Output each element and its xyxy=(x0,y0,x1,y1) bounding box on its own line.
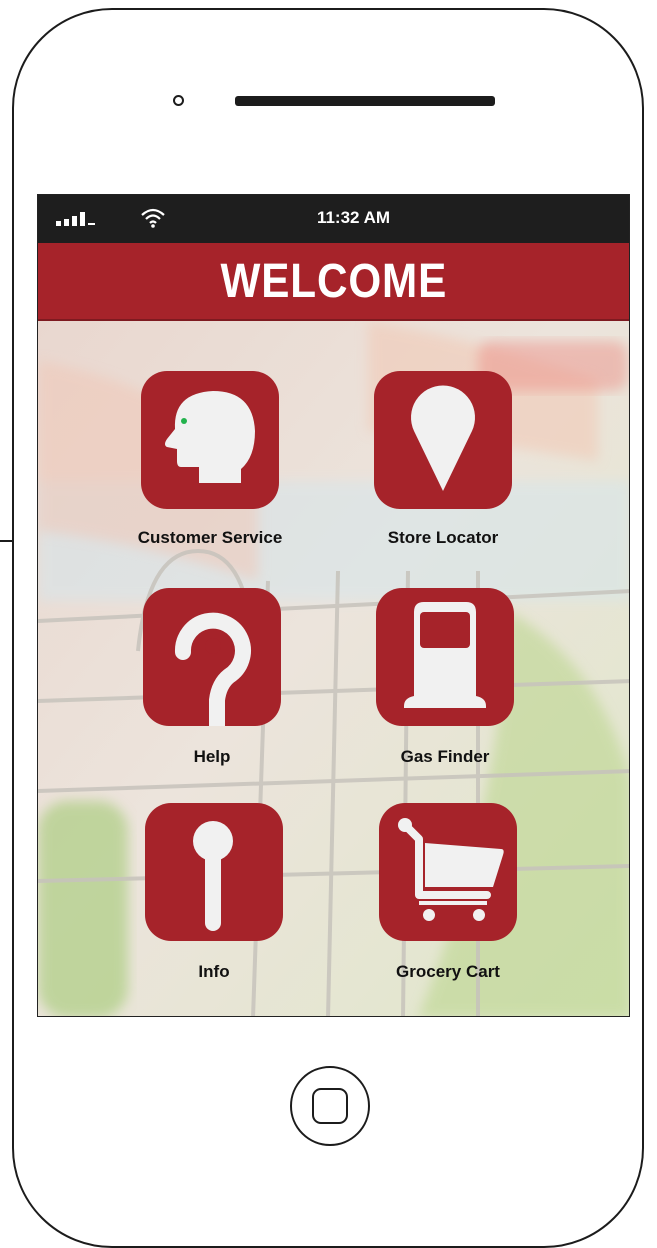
gas-finder-label: Gas Finder xyxy=(400,747,490,766)
gas-pump-icon xyxy=(404,602,486,708)
customer-service-button[interactable] xyxy=(141,371,279,509)
status-time: 11:32 AM xyxy=(316,208,391,227)
customer-service-label: Customer Service xyxy=(137,528,283,547)
help-button[interactable] xyxy=(143,588,281,726)
question-mark-icon xyxy=(174,612,251,726)
info-icon xyxy=(193,821,233,931)
home-square-icon xyxy=(312,1088,348,1124)
speaker-grille xyxy=(235,96,495,106)
gas-finder-button[interactable] xyxy=(376,588,514,726)
home-button[interactable] xyxy=(290,1066,370,1146)
shopping-cart-icon xyxy=(398,818,504,921)
page-title: WELCOME xyxy=(220,254,447,308)
header-bar: WELCOME xyxy=(38,243,629,321)
help-label: Help xyxy=(193,747,231,766)
map-pin-icon xyxy=(411,385,475,491)
info-label: Info xyxy=(198,962,230,981)
grocery-cart-button[interactable] xyxy=(379,803,517,941)
store-locator-button[interactable] xyxy=(374,371,512,509)
status-bar: 11:32 AM xyxy=(38,195,629,243)
store-locator-label: Store Locator xyxy=(387,528,499,547)
person-head-icon xyxy=(165,391,255,483)
phone-screen: 11:32 AM WELCOME Customer Service Store … xyxy=(37,194,630,1017)
background-image xyxy=(38,321,629,1016)
grocery-cart-label: Grocery Cart xyxy=(396,962,500,981)
front-camera xyxy=(173,95,184,106)
side-button xyxy=(0,540,13,542)
info-button[interactable] xyxy=(145,803,283,941)
